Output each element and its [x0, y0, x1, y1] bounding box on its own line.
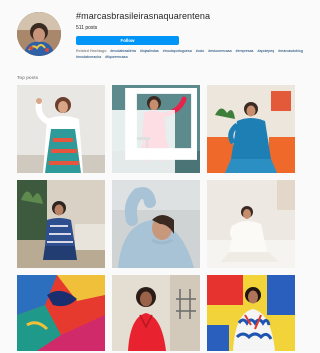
hashtag-title: #marcasbrasileirasnaquarentena	[76, 11, 211, 21]
related-tag[interactable]: #modabrasileira	[110, 49, 136, 53]
follow-button[interactable]: Follow	[76, 36, 179, 45]
related-tag[interactable]: #fiqueemcasa	[105, 55, 127, 59]
related-hashtags: Related Hashtags: #modabrasileira #lojas…	[76, 48, 312, 60]
post-tile-8[interactable]	[112, 275, 200, 351]
related-tag[interactable]: #modaportuguesa	[163, 49, 192, 53]
related-tag[interactable]: #apoiepeq	[257, 49, 274, 53]
post-tile-9[interactable]	[207, 275, 295, 351]
post-tile-5[interactable]	[112, 180, 200, 268]
hashtag-avatar	[17, 12, 61, 56]
related-tag[interactable]: #estouemcasa	[208, 49, 231, 53]
top-posts-label: Top posts	[17, 75, 39, 80]
post-tile-1[interactable]	[17, 85, 105, 173]
post-count: 511 posts	[76, 25, 98, 31]
post-tile-6[interactable]	[207, 180, 295, 268]
related-tag[interactable]: #marcasdoblog	[278, 49, 303, 53]
related-tag[interactable]: #lojaslindas	[140, 49, 159, 53]
post-tile-3[interactable]	[207, 85, 295, 173]
related-hashtags-label: Related Hashtags:	[76, 49, 108, 53]
hashtag-header: #marcasbrasileirasnaquarentena 511 posts…	[17, 8, 307, 68]
related-tag[interactable]: #ocio	[196, 49, 205, 53]
related-tag[interactable]: #empresas	[236, 49, 254, 53]
post-tile-7[interactable]	[17, 275, 105, 351]
post-tile-4[interactable]	[17, 180, 105, 268]
post-tile-2[interactable]	[112, 85, 200, 173]
multiple-photos-icon	[112, 88, 197, 173]
related-tag[interactable]: #modaborracha	[76, 55, 101, 59]
